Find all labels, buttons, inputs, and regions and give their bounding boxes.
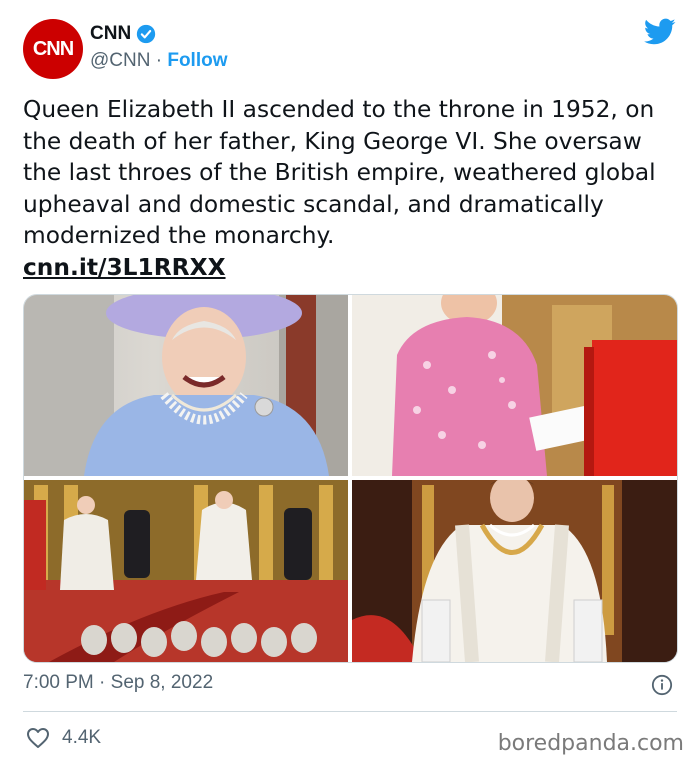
follow-button[interactable]: Follow	[167, 50, 227, 71]
divider	[23, 711, 677, 712]
tweet-time: 7:00 PM	[23, 672, 94, 693]
photo-1-illustration	[24, 295, 348, 476]
photo-4-illustration	[352, 480, 677, 662]
tweet-date: Sep 8, 2022	[110, 672, 214, 693]
watermark: boredpanda.com	[497, 731, 684, 756]
info-icon[interactable]	[651, 674, 673, 696]
media-grid	[23, 294, 678, 663]
handle-row: @CNN · Follow	[90, 50, 228, 72]
account-name-row: CNN	[90, 23, 156, 45]
account-handle[interactable]: @CNN	[90, 50, 150, 71]
photo-2[interactable]	[352, 295, 677, 476]
like-count: 4.4K	[62, 727, 102, 748]
tweet-text: Queen Elizabeth II ascended to the thron…	[23, 96, 656, 249]
photo-2-illustration	[352, 295, 677, 476]
tweet-link[interactable]: cnn.it/3L1RRXX	[23, 252, 683, 284]
verified-badge-icon	[137, 24, 156, 44]
twitter-bird-icon[interactable]	[644, 18, 676, 46]
photo-1[interactable]	[24, 295, 348, 476]
like-action[interactable]: 4.4K	[26, 727, 101, 749]
account-name[interactable]: CNN	[90, 23, 131, 45]
timestamp-separator: ·	[99, 672, 106, 693]
photo-4[interactable]	[352, 480, 677, 662]
heart-icon[interactable]	[26, 727, 50, 749]
photo-3-illustration	[24, 480, 348, 662]
avatar[interactable]: CNN	[23, 19, 83, 79]
separator-dot: ·	[155, 50, 163, 71]
photo-3[interactable]	[24, 480, 348, 662]
cnn-logo-text: CNN	[32, 37, 74, 60]
tweet-timestamp[interactable]: 7:00 PM · Sep 8, 2022	[23, 672, 213, 694]
tweet-body: Queen Elizabeth II ascended to the thron…	[23, 94, 683, 283]
